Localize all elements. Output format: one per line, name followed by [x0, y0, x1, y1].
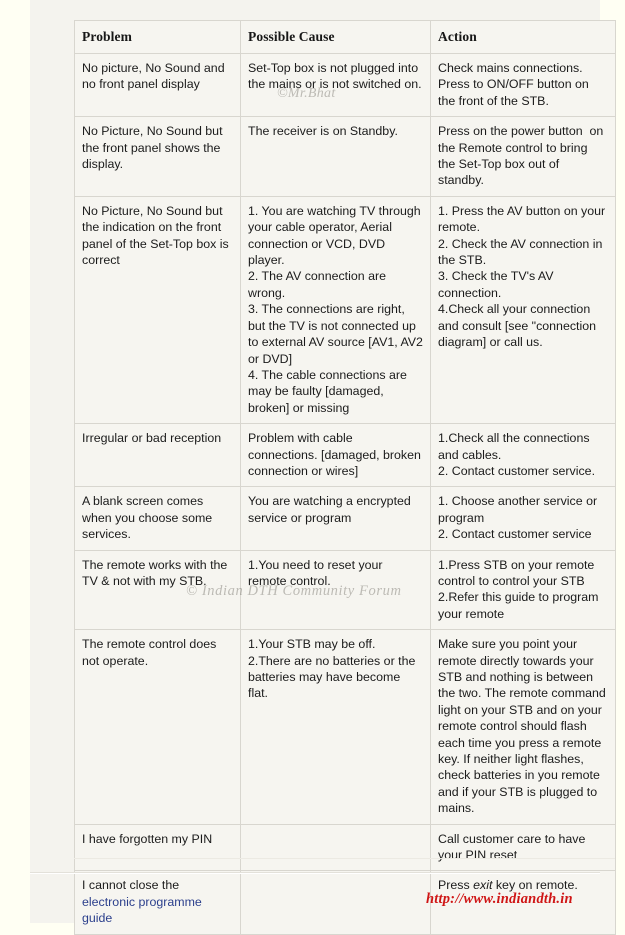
table-bottom-spacer: [74, 858, 615, 859]
cell-cause: Set-Top box is not plugged into the main…: [240, 52, 431, 118]
cell-cause: 1.Your STB may be off. 2.There are no ba…: [240, 629, 431, 825]
content-area: Problem Possible Cause Action No picture…: [74, 20, 616, 935]
problem-text: No Picture, No Sound but the front panel…: [82, 124, 226, 172]
cell-cause: [240, 823, 431, 872]
action-text: 1.Check all the connections and cables. …: [438, 431, 596, 478]
cell-action: 1.Check all the connections and cables. …: [430, 423, 616, 488]
problem-text: Irregular or bad reception: [82, 431, 222, 446]
cell-problem: No picture, No Sound and no front panel …: [74, 52, 241, 118]
table-row: The remote control does not operate. 1.Y…: [74, 629, 616, 825]
table-header-row: Problem Possible Cause Action: [74, 20, 616, 54]
cell-cause: 1. You are watching TV through your cabl…: [240, 195, 431, 425]
table-row: A blank screen comes when you choose som…: [74, 486, 616, 551]
action-text: 1. Choose another service or program 2. …: [438, 494, 598, 542]
table-row: No picture, No Sound and no front panel …: [74, 52, 616, 118]
table-row: No Picture, No Sound but the indication …: [74, 195, 616, 425]
action-text: Check mains connections. Press to ON/OFF…: [438, 61, 589, 108]
action-text: 1. Press the AV button on your remote. 2…: [438, 203, 606, 350]
page-sheet: Problem Possible Cause Action No picture…: [30, 0, 616, 935]
cause-text: You are watching a encrypted service or …: [248, 494, 415, 525]
cause-text: The receiver is on Standby.: [248, 124, 398, 139]
cell-action: 1.Press STB on your remote control to co…: [430, 549, 616, 631]
cause-text: Problem with cable connections. [damaged…: [248, 431, 425, 478]
cell-cause: 1.You need to reset your remote control.: [240, 549, 431, 631]
cell-action: Check mains connections. Press to ON/OFF…: [430, 52, 616, 118]
cell-problem: The remote control does not operate.: [74, 629, 241, 825]
cell-action: Make sure you point your remote directly…: [430, 629, 616, 825]
cell-action: 1. Choose another service or program 2. …: [430, 486, 616, 551]
table-row: I have forgotten my PIN Call customer ca…: [74, 823, 616, 872]
cell-action: Press on the power button on the Remote …: [430, 116, 616, 197]
cell-action: 1. Press the AV button on your remote. 2…: [430, 195, 616, 425]
problem-text: No Picture, No Sound but the indication …: [82, 203, 233, 268]
problem-text: I have forgotten my PIN: [82, 831, 213, 846]
cause-text: 1.You need to reset your remote control.: [248, 557, 387, 588]
epg-link[interactable]: electronic programme guide: [82, 894, 233, 927]
cell-problem: No Picture, No Sound but the front panel…: [74, 116, 241, 197]
cause-text: 1.Your STB may be off. 2.There are no ba…: [248, 637, 416, 701]
problem-text: No picture, No Sound and no front panel …: [82, 61, 229, 92]
problem-text: The remote control does not operate.: [82, 637, 220, 668]
troubleshooting-table: Problem Possible Cause Action No picture…: [74, 20, 616, 935]
cell-cause: The receiver is on Standby.: [240, 116, 431, 197]
table-row: The remote works with the TV & not with …: [74, 549, 616, 631]
footer-site-url[interactable]: http://www.indiandth.in: [426, 891, 573, 908]
column-header-action: Action: [430, 20, 616, 54]
table-row: No Picture, No Sound but the front panel…: [74, 116, 616, 197]
cell-problem: I cannot close the electronic programme …: [74, 870, 241, 935]
cause-text: Set-Top box is not plugged into the main…: [248, 61, 422, 92]
footer-divider: [30, 872, 600, 874]
action-text: Press on the power button on the Remote …: [438, 124, 607, 188]
problem-text: I cannot close the: [82, 878, 180, 893]
action-text: 1.Press STB on your remote control to co…: [438, 557, 599, 621]
cell-cause: Problem with cable connections. [damaged…: [240, 423, 431, 488]
table-row: Irregular or bad reception Problem with …: [74, 423, 616, 488]
cell-problem: No Picture, No Sound but the indication …: [74, 195, 241, 425]
problem-text: A blank screen comes when you choose som…: [82, 494, 216, 542]
cell-cause: You are watching a encrypted service or …: [240, 486, 431, 551]
cause-text: 1. You are watching TV through your cabl…: [248, 203, 423, 415]
column-header-problem: Problem: [74, 20, 241, 54]
column-header-possible-cause: Possible Cause: [240, 20, 431, 54]
cell-problem: A blank screen comes when you choose som…: [74, 486, 241, 551]
cell-problem: The remote works with the TV & not with …: [74, 549, 241, 631]
cell-cause: [240, 870, 431, 935]
cell-problem: I have forgotten my PIN: [74, 823, 241, 872]
problem-text: The remote works with the TV & not with …: [82, 557, 231, 588]
action-text: Make sure you point your remote directly…: [438, 637, 610, 816]
cell-problem: Irregular or bad reception: [74, 423, 241, 488]
cell-action: Call customer care to have your PIN rese…: [430, 823, 616, 872]
